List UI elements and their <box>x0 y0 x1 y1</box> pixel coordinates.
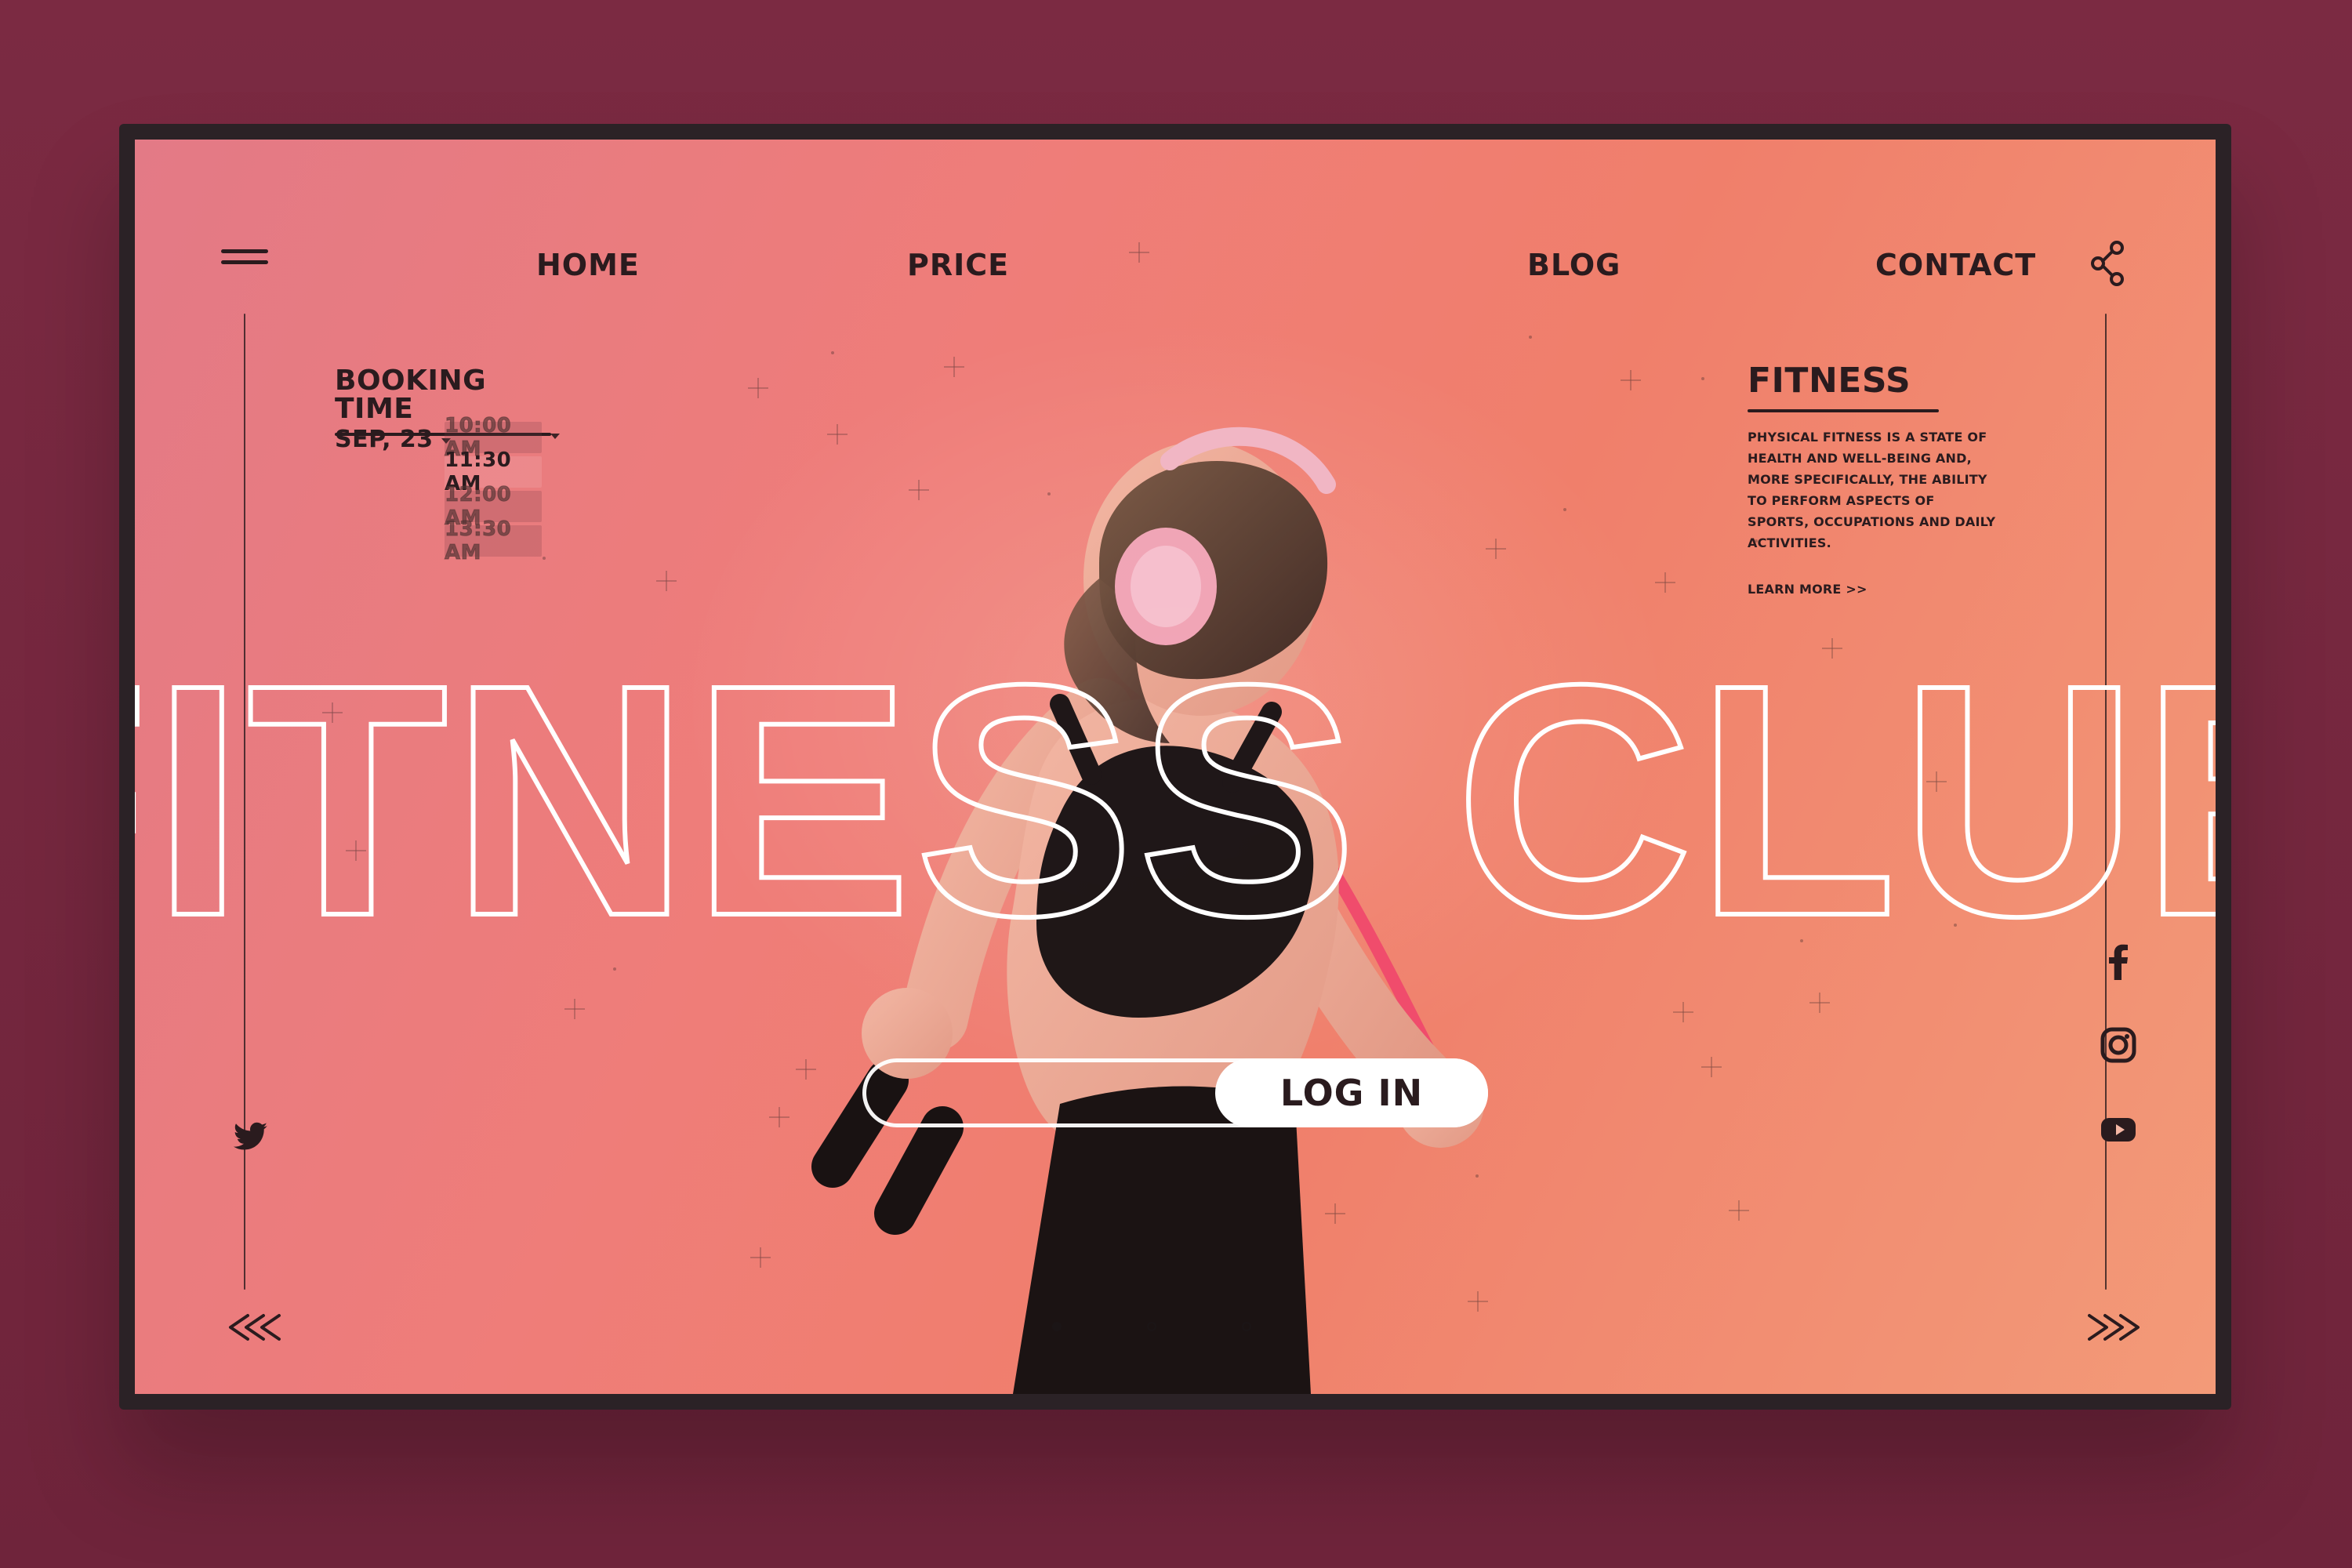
login-control: LOG IN <box>862 1058 1488 1127</box>
sparkle <box>346 840 366 861</box>
carousel-dot[interactable] <box>1147 1322 1156 1331</box>
dot <box>1529 336 1532 339</box>
device-frame: HOME PRICE BLOG CONTACT BOOKING TIME SEP… <box>119 124 2231 1410</box>
dot <box>1954 924 1957 927</box>
sparkle <box>1729 1200 1749 1221</box>
sparkle <box>1129 242 1149 263</box>
hero-title-text: FITNESS CLUB <box>135 665 2216 985</box>
booking-panel: BOOKING TIME SEP, 23 10:00 AM 11:30 AM 1… <box>335 367 570 565</box>
carousel-dot-active[interactable] <box>1052 1322 1062 1331</box>
share-icon[interactable] <box>2085 240 2129 287</box>
carousel-dots <box>1052 1322 1303 1338</box>
sparkle <box>750 1247 771 1268</box>
dot <box>1563 508 1566 511</box>
learn-more-link[interactable]: LEARN MORE >> <box>1748 582 2006 597</box>
dot <box>1047 492 1051 495</box>
nav-contact[interactable]: CONTACT <box>1875 241 2036 289</box>
sparkle <box>1468 1291 1488 1312</box>
sparkle <box>1809 993 1830 1013</box>
info-body: PHYSICAL FITNESS IS A STATE OF HEALTH AN… <box>1748 430 1996 550</box>
sparkle <box>769 1107 789 1127</box>
carousel-dot[interactable] <box>1242 1322 1251 1331</box>
nav-blog[interactable]: BLOG <box>1527 241 1621 289</box>
previous-chevrons-icon[interactable] <box>221 1308 292 1347</box>
youtube-icon[interactable] <box>2095 1105 2142 1152</box>
sparkle <box>1486 539 1506 559</box>
time-dropdown[interactable] <box>550 431 560 439</box>
dot <box>1475 1174 1479 1178</box>
booking-date[interactable]: SEP, 23 <box>335 426 451 453</box>
background-sparkles <box>135 140 2216 1394</box>
sparkle <box>1701 1057 1722 1077</box>
sparkle <box>796 1059 816 1080</box>
sparkle <box>322 702 343 723</box>
info-title: FITNESS <box>1748 361 1911 401</box>
dot <box>1800 939 1803 942</box>
sparkle <box>1655 572 1675 593</box>
sparkle <box>1325 1203 1345 1224</box>
sparkle <box>827 424 848 445</box>
nav-home[interactable]: HOME <box>536 241 640 289</box>
chevron-down-icon <box>550 434 560 439</box>
twitter-icon[interactable] <box>227 1112 274 1159</box>
fitness-info: FITNESS PHYSICAL FITNESS IS A STATE OF H… <box>1748 364 2006 597</box>
sparkle <box>1822 638 1842 659</box>
sparkle <box>944 357 964 377</box>
facebook-icon[interactable] <box>2095 938 2142 985</box>
dot <box>613 967 616 971</box>
landing-screen: HOME PRICE BLOG CONTACT BOOKING TIME SEP… <box>135 140 2216 1394</box>
sparkle <box>1621 370 1641 390</box>
time-option[interactable]: 13:30 AM <box>445 517 542 565</box>
sparkle <box>909 480 929 500</box>
booking-date-text: SEP, 23 <box>335 426 434 453</box>
woman-illustration <box>811 426 1484 1394</box>
menu-icon[interactable] <box>221 249 268 270</box>
sparkle <box>1673 1002 1693 1022</box>
next-chevrons-icon[interactable] <box>2077 1308 2147 1347</box>
menu-line <box>221 249 268 253</box>
sparkle <box>748 378 768 398</box>
info-underline <box>1748 409 1939 412</box>
nav-price[interactable]: PRICE <box>907 241 1009 289</box>
menu-line <box>221 260 268 264</box>
sparkle <box>656 571 677 591</box>
sparkle <box>1926 771 1947 792</box>
dot <box>1701 377 1704 380</box>
dot <box>543 557 546 560</box>
hero-title: FITNESS CLUB <box>135 665 2216 987</box>
time-list: 10:00 AM 11:30 AM 12:00 AM 13:30 AM <box>445 414 542 565</box>
dot <box>831 351 834 354</box>
instagram-icon[interactable] <box>2095 1022 2142 1069</box>
social-links <box>2095 938 2142 1189</box>
login-button[interactable]: LOG IN <box>1215 1058 1488 1127</box>
sparkle <box>564 999 585 1019</box>
